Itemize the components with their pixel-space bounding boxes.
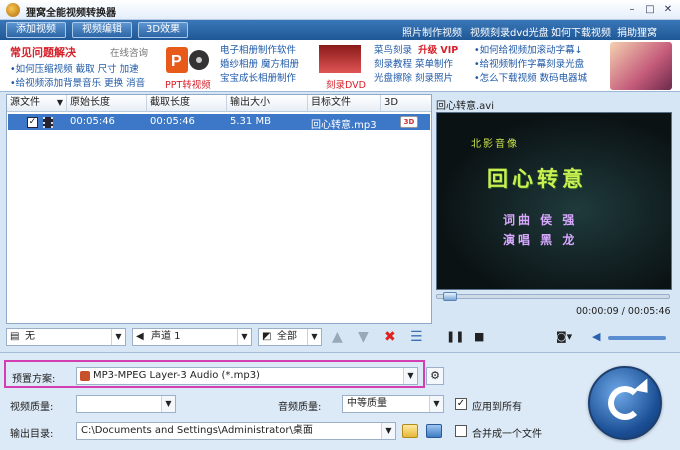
seek-bar[interactable] xyxy=(436,292,670,301)
output-dir-field[interactable]: C:\Documents and Settings\Administrator\… xyxy=(76,422,396,440)
speaker-icon: ◀ xyxy=(136,331,144,342)
video-quality-label: 视频质量: xyxy=(10,402,54,413)
header-3d[interactable]: 3D xyxy=(381,95,431,112)
cell-target-file: 回心转意.mp3 xyxy=(311,120,377,131)
toolbar: 添加视频 视频编辑 3D效果 照片制作视频 视频刻录dvd光盘 如何下载视频 捐… xyxy=(0,20,680,40)
link-photo-video[interactable]: 照片制作视频 xyxy=(402,24,462,39)
delete-icon[interactable]: ✖ xyxy=(384,329,396,345)
output-dir-label: 输出目录: xyxy=(10,429,54,440)
preset-settings-icon[interactable]: ⚙ xyxy=(426,367,444,385)
app-logo-icon xyxy=(6,3,20,17)
ad-album-2[interactable]: 婚纱相册 魔方相册 xyxy=(220,58,299,72)
edit-video-button[interactable]: 视频编辑 xyxy=(72,22,132,38)
add-video-button[interactable]: 添加视频 xyxy=(6,22,66,38)
effect-3d-button[interactable]: 3D效果 xyxy=(138,22,188,38)
cell-output-size: 5.31 MB xyxy=(230,116,271,127)
move-up-icon[interactable]: ▲ xyxy=(332,329,343,345)
stop-icon[interactable]: ■ xyxy=(474,330,484,344)
cell-original-length: 00:05:46 xyxy=(70,116,115,127)
video-quality-select[interactable]: ▼ xyxy=(76,395,176,413)
audio-track-select[interactable]: ◀ 声道 1 ▼ xyxy=(132,328,252,346)
ppt-logo-icon[interactable]: P xyxy=(165,44,211,76)
cell-clip-length: 00:05:46 xyxy=(150,116,195,127)
volume-icon[interactable]: ◀ xyxy=(592,330,600,344)
ad-album-3[interactable]: 宝宝成长相册制作 xyxy=(220,72,296,86)
ad-subtitle-2[interactable]: •给视频制作字幕刻录光盘 xyxy=(474,58,584,72)
ppt-to-video-label[interactable]: PPT转视频 xyxy=(165,77,211,91)
track-bar: ▤ 无 ▼ ◀ 声道 1 ▼ ◩ 全部 ▼ ▲ ▼ ✖ ☰ xyxy=(6,326,432,348)
header-source[interactable]: 源文件 ▼ xyxy=(7,95,67,112)
link-burn-dvd[interactable]: 视频刻录dvd光盘 xyxy=(470,24,549,39)
volume-slider[interactable] xyxy=(608,336,666,340)
ad-burn-row3[interactable]: 光盘擦除 刻录照片 xyxy=(374,72,453,86)
3d-icon[interactable]: 3D xyxy=(400,116,418,128)
rookie-burn-link[interactable]: 菜鸟刻录 xyxy=(374,45,412,56)
online-consult-link[interactable]: 在线咨询 xyxy=(110,45,148,59)
video-credit-singer: 演唱 黑 龙 xyxy=(503,233,578,247)
audio-quality-label: 音频质量: xyxy=(278,402,322,413)
ad-subtitle-1[interactable]: •如何给视频加滚动字幕↓ xyxy=(474,44,583,58)
link-donate[interactable]: 捐助狸窝 xyxy=(617,24,657,39)
faq-line-compress[interactable]: •如何压缩视频 截取 尺寸 加速 xyxy=(10,61,139,75)
window-title: 狸窝全能视频转换器 xyxy=(26,8,116,19)
ad-burn-row1[interactable]: 菜鸟刻录 升级 VIP xyxy=(374,44,458,58)
video-song-title: 回心转意 xyxy=(487,167,587,191)
table-row[interactable]: ✓ 00:05:46 00:05:46 5.31 MB 回心转意.mp3 3D xyxy=(8,114,430,131)
convert-button[interactable] xyxy=(588,366,662,440)
video-studio-text: 北影音像 xyxy=(471,139,519,150)
snapshot-icon[interactable]: ◙▾ xyxy=(556,330,572,344)
pause-icon[interactable]: ❚❚ xyxy=(446,330,464,344)
burn-dvd-label[interactable]: 刻录DVD xyxy=(326,77,366,91)
ad-burn-row2[interactable]: 刻录教程 菜单制作 xyxy=(374,58,453,72)
audio-format-icon xyxy=(80,371,90,381)
move-down-icon[interactable]: ▼ xyxy=(358,329,369,345)
video-credit-lyrics: 词曲 侯 强 xyxy=(503,213,578,227)
link-download-video[interactable]: 如何下载视频 xyxy=(551,24,611,39)
time-display: 00:00:09 / 00:05:46 xyxy=(576,306,671,317)
subtitle-select[interactable]: ▤ 无 ▼ xyxy=(6,328,126,346)
merge-checkbox[interactable] xyxy=(455,425,467,437)
svg-text:P: P xyxy=(171,53,182,70)
promo-banner: 常见问题解决 在线咨询 •如何压缩视频 截取 尺寸 加速 •给视频添加背景音乐 … xyxy=(0,40,680,92)
header-output-size[interactable]: 输出大小 xyxy=(227,95,308,112)
faq-title[interactable]: 常见问题解决 xyxy=(10,44,76,60)
preset-label: 预置方案: xyxy=(12,374,56,385)
maximize-icon[interactable]: □ xyxy=(642,3,658,17)
game-ad-image[interactable] xyxy=(610,42,672,90)
header-original-length[interactable]: 原始长度 xyxy=(67,95,147,112)
audio-quality-select[interactable]: 中等质量 ▼ xyxy=(342,395,444,413)
preview-filename: 回心转意.avi xyxy=(436,101,495,112)
close-icon[interactable]: ✕ xyxy=(660,3,676,17)
header-target-file[interactable]: 目标文件 xyxy=(308,95,381,112)
seek-handle[interactable] xyxy=(443,292,457,301)
ad-subtitle-3[interactable]: •怎么下载视频 数码电器城 xyxy=(474,72,587,86)
apply-all-label: 应用到所有 xyxy=(472,402,522,413)
preset-select[interactable]: MP3-MPEG Layer-3 Audio (*.mp3) ▼ xyxy=(76,367,418,385)
upgrade-vip-link[interactable]: 升级 VIP xyxy=(418,45,458,56)
dvd-thumbnail-icon[interactable] xyxy=(318,44,362,74)
select-icon: ◩ xyxy=(262,331,272,342)
subtitle-icon: ▤ xyxy=(10,331,20,342)
apply-all-checkbox[interactable]: ✓ xyxy=(455,398,467,410)
merge-label: 合并成一个文件 xyxy=(472,429,542,440)
select-all-dropdown[interactable]: ◩ 全部 ▼ xyxy=(258,328,322,346)
video-preview[interactable]: 北影音像 回心转意 词曲 侯 强 演唱 黑 龙 xyxy=(436,112,672,290)
title-bar: 狸窝全能视频转换器 – □ ✕ xyxy=(0,0,680,20)
film-icon xyxy=(43,117,53,128)
ad-album-1[interactable]: 电子相册制作软件 xyxy=(220,44,296,58)
minimize-icon[interactable]: – xyxy=(624,3,640,17)
faq-line-music[interactable]: •给视频添加背景音乐 更换 消音 xyxy=(10,75,145,89)
row-checkbox[interactable]: ✓ xyxy=(27,117,38,128)
open-folder-icon[interactable] xyxy=(426,424,442,438)
browse-folder-icon[interactable] xyxy=(402,424,418,438)
clear-list-icon[interactable]: ☰ xyxy=(410,329,423,345)
file-table: 源文件 ▼ 原始长度 截取长度 输出大小 目标文件 3D ✓ 00:05:46 0… xyxy=(6,94,432,324)
header-clip-length[interactable]: 截取长度 xyxy=(147,95,227,112)
